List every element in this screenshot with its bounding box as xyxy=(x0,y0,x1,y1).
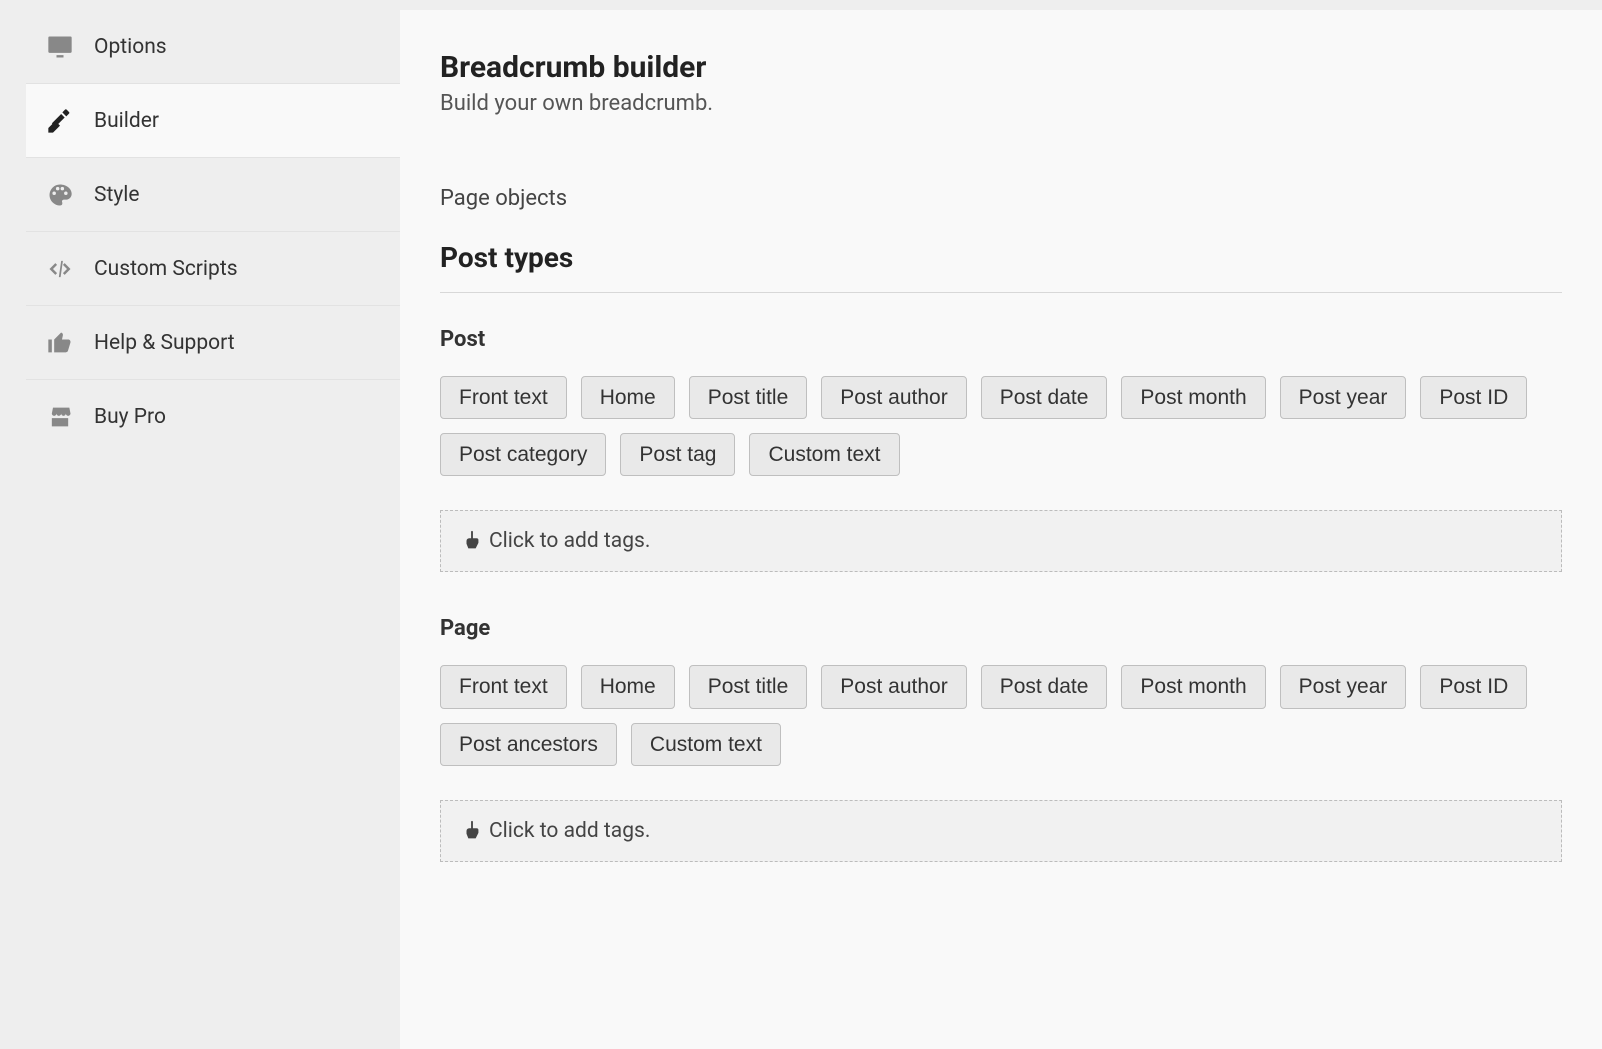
page-title: Breadcrumb builder xyxy=(440,50,1562,85)
tag-post-month[interactable]: Post month xyxy=(1121,665,1265,708)
thumbs-up-icon xyxy=(46,329,74,357)
sidebar-item-buy-pro[interactable]: Buy Pro xyxy=(26,380,400,454)
sidebar-item-label: Builder xyxy=(94,109,159,133)
tag-post-year[interactable]: Post year xyxy=(1280,376,1407,419)
tag-post-date[interactable]: Post date xyxy=(981,376,1108,419)
sidebar-item-options[interactable]: Options xyxy=(26,10,400,84)
group-label-page: Page xyxy=(440,616,1562,641)
tag-post-id[interactable]: Post ID xyxy=(1420,376,1527,419)
pointer-icon xyxy=(461,820,483,842)
sidebar-item-label: Style xyxy=(94,183,140,207)
drop-zone-label: Click to add tags. xyxy=(489,529,650,553)
tag-front-text[interactable]: Front text xyxy=(440,376,567,419)
drop-zone-page[interactable]: Click to add tags. xyxy=(440,800,1562,862)
sidebar-item-label: Help & Support xyxy=(94,331,235,355)
tag-post-author[interactable]: Post author xyxy=(821,376,966,419)
tag-row-page: Front text Home Post title Post author P… xyxy=(440,665,1562,765)
sidebar-item-custom-scripts[interactable]: Custom Scripts xyxy=(26,232,400,306)
tag-row-post: Front text Home Post title Post author P… xyxy=(440,376,1562,476)
monitor-code-icon xyxy=(46,33,74,61)
group-label-post: Post xyxy=(440,327,1562,352)
tag-post-title[interactable]: Post title xyxy=(689,376,808,419)
page-subtitle: Build your own breadcrumb. xyxy=(440,91,1562,116)
tag-post-date[interactable]: Post date xyxy=(981,665,1108,708)
sidebar-item-builder[interactable]: Builder xyxy=(26,84,400,158)
section-label-page-objects: Page objects xyxy=(440,186,1562,211)
tag-home[interactable]: Home xyxy=(581,376,675,419)
tag-post-id[interactable]: Post ID xyxy=(1420,665,1527,708)
drop-zone-label: Click to add tags. xyxy=(489,819,650,843)
tag-custom-text[interactable]: Custom text xyxy=(631,723,781,766)
tag-post-title[interactable]: Post title xyxy=(689,665,808,708)
code-icon xyxy=(46,255,74,283)
main-content: Breadcrumb builder Build your own breadc… xyxy=(400,10,1602,1049)
sidebar-item-label: Options xyxy=(94,35,167,59)
tag-post-author[interactable]: Post author xyxy=(821,665,966,708)
tag-post-ancestors[interactable]: Post ancestors xyxy=(440,723,617,766)
sidebar-item-label: Custom Scripts xyxy=(94,257,238,281)
tag-custom-text[interactable]: Custom text xyxy=(749,433,899,476)
sidebar: Options Builder Style Custom Scripts Hel xyxy=(0,10,400,1049)
tag-post-year[interactable]: Post year xyxy=(1280,665,1407,708)
store-icon xyxy=(46,403,74,431)
ruler-pencil-icon xyxy=(46,107,74,135)
pointer-icon xyxy=(461,530,483,552)
sidebar-item-label: Buy Pro xyxy=(94,405,166,429)
tag-post-tag[interactable]: Post tag xyxy=(620,433,735,476)
tag-post-month[interactable]: Post month xyxy=(1121,376,1265,419)
drop-zone-post[interactable]: Click to add tags. xyxy=(440,510,1562,572)
tag-home[interactable]: Home xyxy=(581,665,675,708)
sidebar-item-style[interactable]: Style xyxy=(26,158,400,232)
section-heading-post-types: Post types xyxy=(440,241,1562,293)
palette-icon xyxy=(46,181,74,209)
tag-post-category[interactable]: Post category xyxy=(440,433,606,476)
tag-front-text[interactable]: Front text xyxy=(440,665,567,708)
sidebar-item-help-support[interactable]: Help & Support xyxy=(26,306,400,380)
